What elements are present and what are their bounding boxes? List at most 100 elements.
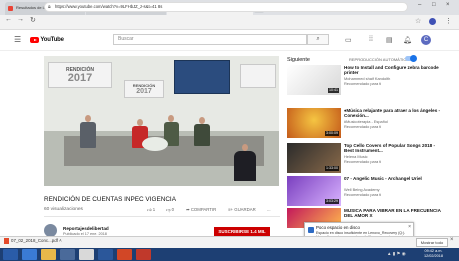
video-player[interactable]: RENDICIÓN 2017 RENDICIÓN 2017 <box>44 56 279 186</box>
recommended-video-card[interactable]: 10:41 How to Install and Configure zebra… <box>287 65 452 95</box>
file-explorer-icon[interactable] <box>41 249 56 260</box>
address-toolbar <box>0 15 459 30</box>
person-4 <box>194 124 210 146</box>
recommended-meta: Recomendado para ti <box>344 159 382 164</box>
recommended-meta: Recomendado para ti <box>344 124 382 129</box>
sign-language-interpreter <box>234 151 256 181</box>
maximize-icon[interactable]: □ <box>432 2 436 8</box>
chrome-menu-icon[interactable]: ⋮ <box>445 17 452 25</box>
recommended-title[interactable]: MUSICA PARA VIBRAR EN LA FRECUENCIA DEL … <box>344 208 444 219</box>
dislike-count: 0 <box>171 207 174 212</box>
add-to-playlist-icon: ≡+ <box>228 207 234 212</box>
recommended-title[interactable]: ♦Música relajante para atraer a los ánge… <box>344 108 444 119</box>
extension-icon[interactable] <box>429 18 436 25</box>
back-arrow-icon[interactable]: ← <box>5 16 12 23</box>
video-thumbnail[interactable]: 3:00:09 <box>287 108 341 138</box>
reload-icon[interactable]: ↻ <box>30 16 36 24</box>
up-next-heading: Siguiente <box>287 57 310 63</box>
duration-badge: 3:03:29 <box>325 199 339 204</box>
pdf-file-icon <box>4 238 9 244</box>
duration-badge: 10:41 <box>328 88 339 93</box>
notification-title: Poco espacio en disco <box>316 225 360 230</box>
system-tray-icons[interactable]: ▲ ▮ ⚑ ◉ <box>387 251 406 257</box>
word-icon[interactable] <box>98 249 113 260</box>
person-1 <box>80 122 96 148</box>
account-avatar[interactable]: C <box>421 35 431 45</box>
view-count: 60 visualizaciones <box>44 207 83 212</box>
thumbs-up-icon: 👍︎ <box>147 207 152 212</box>
close-window-icon[interactable]: × <box>446 2 450 8</box>
dislike-button[interactable]: 👎︎ 0 <box>166 207 174 213</box>
thumbs-down-icon: 👎︎ <box>166 207 171 212</box>
recommended-title[interactable]: How to Install and Configure zebra barco… <box>344 65 444 76</box>
subscribe-button[interactable]: SUSCRIBIRSE 1.4 MIL <box>214 227 270 236</box>
more-actions-button[interactable]: ... <box>267 207 271 212</box>
download-filename: 07_02_2018_Conc...pdf <box>11 238 58 244</box>
gmail-favicon-icon <box>8 6 13 11</box>
share-icon: ➦ <box>186 207 190 212</box>
recommended-meta: Recomendado para ti <box>344 192 382 197</box>
screen-display <box>174 60 230 94</box>
recommended-video-card[interactable]: 1:33:00 Top Cello Covers of Popular Song… <box>287 143 452 173</box>
like-button[interactable]: 👍︎ 1 <box>147 207 155 213</box>
start-button-icon[interactable] <box>3 249 18 260</box>
bookmark-star-icon[interactable]: ☆ <box>415 17 421 25</box>
url-text: https://www.youtube.com/watch?v=9LFHbJZ_… <box>55 4 163 9</box>
youtube-play-icon <box>30 37 39 43</box>
messages-icon[interactable]: ▤ <box>386 36 393 44</box>
url-field[interactable]: 🔒︎ https://www.youtube.com/watch?v=9LFHb… <box>44 2 408 12</box>
search-input[interactable]: Buscar <box>113 34 307 45</box>
video-title: RENDICIÓN DE CUENTAS INPEC VIGENCIA <box>44 196 176 203</box>
person-2-head <box>137 119 143 126</box>
video-thumbnail[interactable]: 3:03:29 <box>287 176 341 206</box>
recommended-title[interactable]: 07 - Angelic Music - Archangel Uriel <box>344 176 444 181</box>
powerpoint-icon[interactable] <box>117 249 132 260</box>
banner-left: RENDICIÓN 2017 <box>48 62 112 88</box>
video-thumbnail[interactable]: 1:33:00 <box>287 143 341 173</box>
forward-arrow-icon[interactable]: → <box>17 16 24 23</box>
share-label: COMPARTIR <box>190 207 217 212</box>
recommended-video-card[interactable]: 3:00:09 ♦Música relajante para atraer a … <box>287 108 452 138</box>
autoplay-label: REPRODUCCIÓN AUTOMÁTICA <box>349 57 409 62</box>
youtube-logo[interactable]: YouTube <box>30 37 64 43</box>
autoplay-toggle[interactable] <box>405 54 417 62</box>
banner-center: RENDICIÓN 2017 <box>124 80 164 98</box>
flower-arrangement <box>142 137 168 151</box>
internet-explorer-icon[interactable] <box>22 249 37 260</box>
search-button[interactable]: ⌕ <box>307 34 329 45</box>
notifications-bell-icon[interactable]: 🔔︎ <box>403 36 412 44</box>
person-4-head <box>199 117 205 124</box>
show-all-downloads-button[interactable]: Mostrar todo <box>416 238 448 247</box>
banner-right <box>240 64 276 88</box>
save-label: GUARDAR <box>234 207 256 212</box>
duration-badge: 1:33:00 <box>325 166 339 171</box>
downloaded-file[interactable]: 07_02_2018_Conc...pdf ˄ <box>4 238 62 244</box>
minimize-icon[interactable]: – <box>418 2 421 8</box>
save-button[interactable]: ≡+ GUARDAR <box>228 207 256 212</box>
media-player-icon[interactable] <box>60 249 75 260</box>
channel-name[interactable]: Reportajesdelibertad <box>63 226 109 231</box>
recommended-meta: Recomendado para ti <box>344 81 382 86</box>
acrobat-icon[interactable] <box>136 249 151 260</box>
recommended-video-card[interactable]: 3:03:29 07 - Angelic Music - Archangel U… <box>287 176 452 206</box>
clock-date: 12/02/2018 <box>424 254 444 258</box>
chrome-icon[interactable] <box>79 249 94 260</box>
upload-video-icon[interactable]: ▭ <box>345 36 352 44</box>
hamburger-menu-icon[interactable]: ☰ <box>14 35 21 44</box>
interpreter-head <box>242 144 248 151</box>
taskbar-clock[interactable]: 09:42 a.m. 12/02/2018 <box>424 249 443 259</box>
share-button[interactable]: ➦ COMPARTIR <box>186 207 216 213</box>
divider <box>44 216 280 217</box>
youtube-logo-text: YouTube <box>40 37 64 43</box>
person-3-head <box>168 115 174 122</box>
close-notification-icon[interactable]: × <box>408 224 411 230</box>
banner-year: 2017 <box>136 88 152 95</box>
lock-icon: 🔒︎ <box>48 4 51 10</box>
close-download-shelf-icon[interactable]: × <box>450 237 454 243</box>
apps-grid-icon[interactable]: ⁞⁞ <box>369 36 373 43</box>
recommended-title[interactable]: Top Cello Covers of Popular Songs 2018 -… <box>344 143 444 154</box>
disk-warning-icon <box>308 227 314 233</box>
person-1-head <box>85 115 91 122</box>
chevron-up-icon[interactable]: ˄ <box>59 238 62 243</box>
video-thumbnail[interactable]: 10:41 <box>287 65 341 95</box>
